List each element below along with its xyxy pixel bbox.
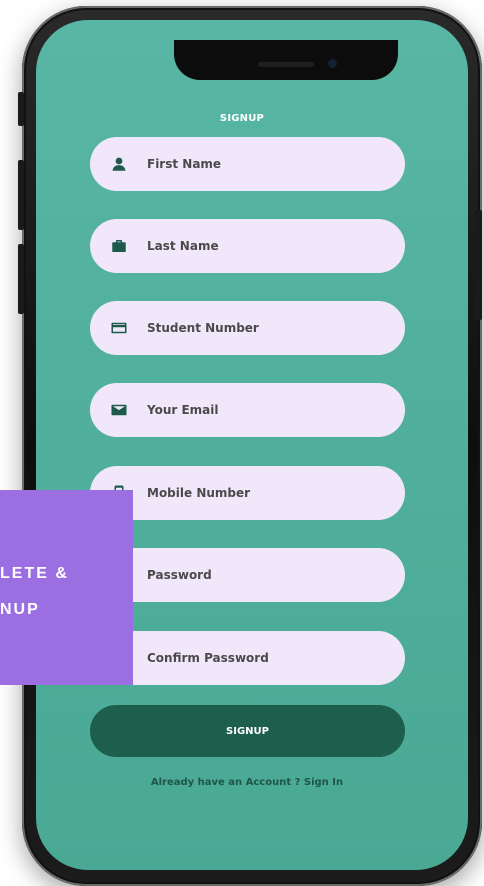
front-camera xyxy=(328,59,337,68)
signup-button[interactable]: SIGNUP xyxy=(90,705,405,757)
promo-overlay: LETE & NUP xyxy=(0,490,133,685)
last-name-field[interactable]: Last Name xyxy=(90,219,405,273)
volume-up-button xyxy=(18,160,24,230)
signin-link[interactable]: Already have an Account ? Sign In xyxy=(0,777,484,788)
notch xyxy=(174,40,398,80)
person-icon xyxy=(108,153,130,175)
field-label: Password xyxy=(147,568,212,582)
first-name-field[interactable]: First Name xyxy=(90,137,405,191)
field-label: Confirm Password xyxy=(147,651,269,665)
field-label: Student Number xyxy=(147,321,259,335)
overlay-text-line-2: NUP xyxy=(0,601,40,618)
field-label: Last Name xyxy=(147,239,219,253)
briefcase-icon xyxy=(108,235,130,257)
field-label: First Name xyxy=(147,157,222,171)
confirm-password-field[interactable]: Confirm Password xyxy=(90,631,405,685)
overlay-text-line-1: LETE & xyxy=(0,565,69,582)
speaker-grille xyxy=(258,62,314,67)
volume-down-button xyxy=(18,244,24,314)
email-icon xyxy=(108,399,130,421)
page-title: SIGNUP xyxy=(219,113,265,124)
card-icon xyxy=(108,317,130,339)
password-field[interactable]: Password xyxy=(90,548,405,602)
field-label: Your Email xyxy=(147,403,219,417)
student-number-field[interactable]: Student Number xyxy=(90,301,405,355)
email-field[interactable]: Your Email xyxy=(90,383,405,437)
power-button xyxy=(474,210,482,320)
field-label: Mobile Number xyxy=(147,486,251,500)
mobile-number-field[interactable]: Mobile Number xyxy=(90,466,405,520)
